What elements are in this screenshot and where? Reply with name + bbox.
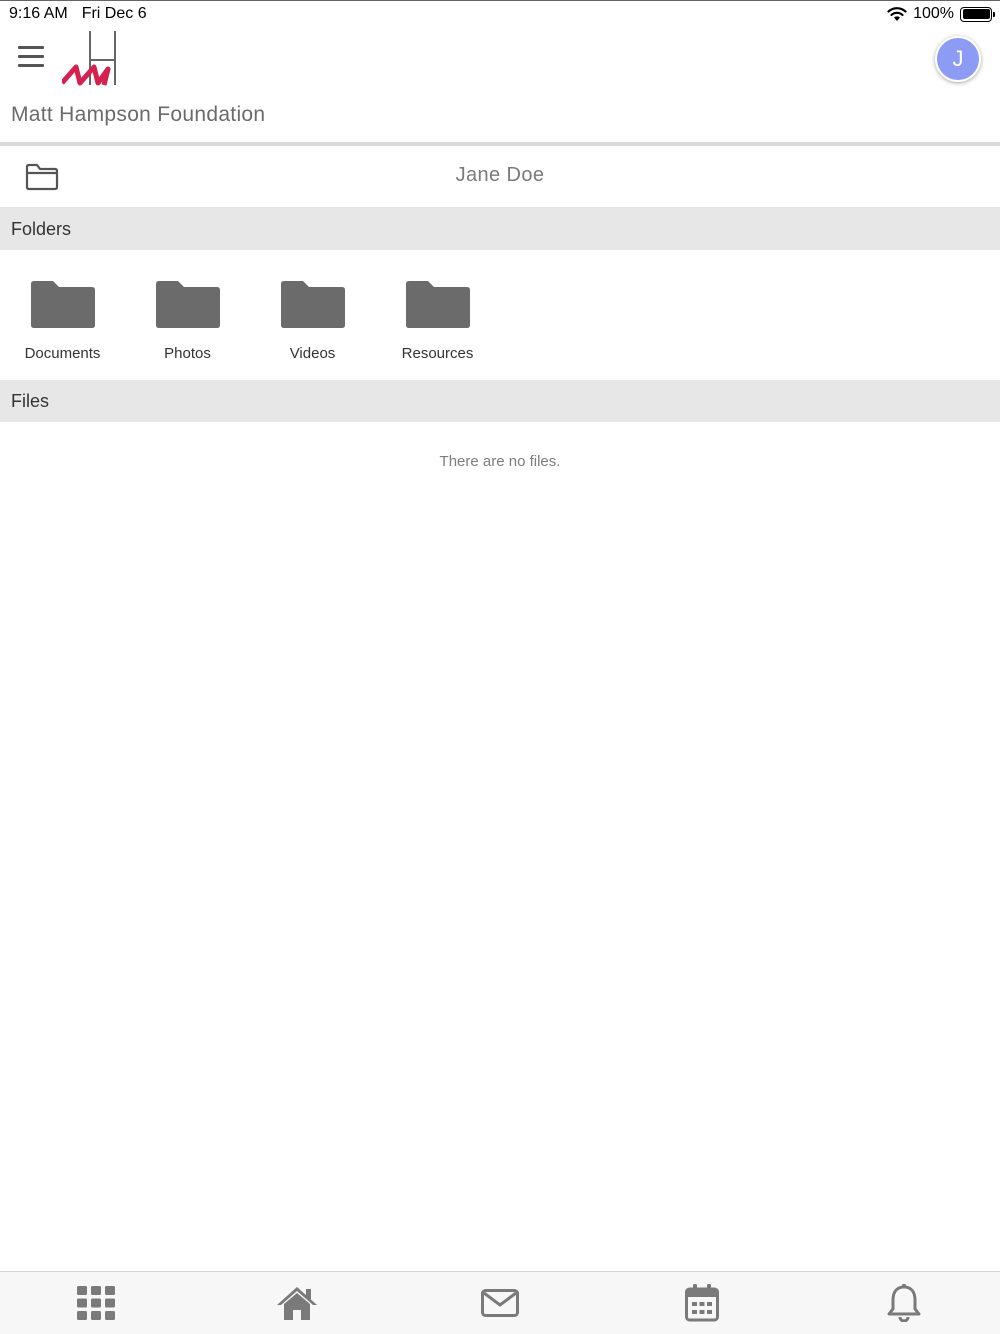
folder-tile-videos[interactable]: Videos — [250, 251, 375, 381]
files-empty-message: There are no files. — [439, 453, 561, 470]
menu-line — [18, 55, 44, 58]
tab-messages[interactable] — [400, 1272, 600, 1334]
files-section-header: Files — [0, 380, 1000, 422]
folder-icon — [406, 281, 470, 328]
calendar-icon — [685, 1284, 719, 1322]
menu-line — [18, 64, 44, 67]
home-icon — [277, 1287, 317, 1320]
folder-label: Photos — [164, 345, 211, 362]
hamburger-menu-button[interactable] — [18, 46, 44, 70]
apps-grid-icon — [77, 1286, 115, 1320]
folder-tile-documents[interactable]: Documents — [0, 251, 125, 381]
app-header: Matt Hampson Foundation J — [0, 28, 1000, 142]
foundation-logo — [62, 31, 116, 86]
status-bar: 9:16 AM Fri Dec 6 100% — [0, 0, 1000, 28]
mail-icon — [481, 1289, 519, 1317]
tab-home[interactable] — [197, 1272, 397, 1334]
folder-icon — [281, 281, 345, 328]
breadcrumb-title: Jane Doe — [455, 164, 545, 186]
org-name: Matt Hampson Foundation — [11, 103, 266, 126]
tab-notifications[interactable] — [804, 1272, 1000, 1334]
battery-fill — [962, 9, 990, 19]
folder-tile-photos[interactable]: Photos — [125, 251, 250, 381]
folders-section-header: Folders — [0, 208, 1000, 250]
tab-apps[interactable] — [0, 1272, 196, 1334]
folder-label: Resources — [401, 345, 474, 362]
folder-icon — [31, 281, 95, 328]
folder-label: Documents — [24, 345, 101, 362]
folder-label: Videos — [289, 345, 336, 362]
tab-calendar[interactable] — [602, 1272, 802, 1334]
wifi-icon — [887, 7, 907, 21]
user-avatar[interactable]: J — [935, 36, 981, 82]
folder-icon — [156, 281, 220, 328]
bell-icon — [887, 1284, 921, 1322]
bottom-tab-bar — [0, 1271, 1000, 1334]
battery-percent: 100% — [913, 5, 954, 22]
status-left: 9:16 AM Fri Dec 6 — [9, 5, 147, 23]
status-right: 100% — [887, 5, 995, 23]
status-time: 9:16 AM — [9, 5, 68, 22]
menu-line — [18, 46, 44, 49]
breadcrumb: Jane Doe — [0, 146, 1000, 208]
folder-tile-resources[interactable]: Resources — [375, 251, 500, 381]
battery-icon — [960, 6, 995, 22]
folders-grid: Documents Photos Videos Resources — [0, 251, 1000, 381]
status-date: Fri Dec 6 — [81, 5, 147, 22]
